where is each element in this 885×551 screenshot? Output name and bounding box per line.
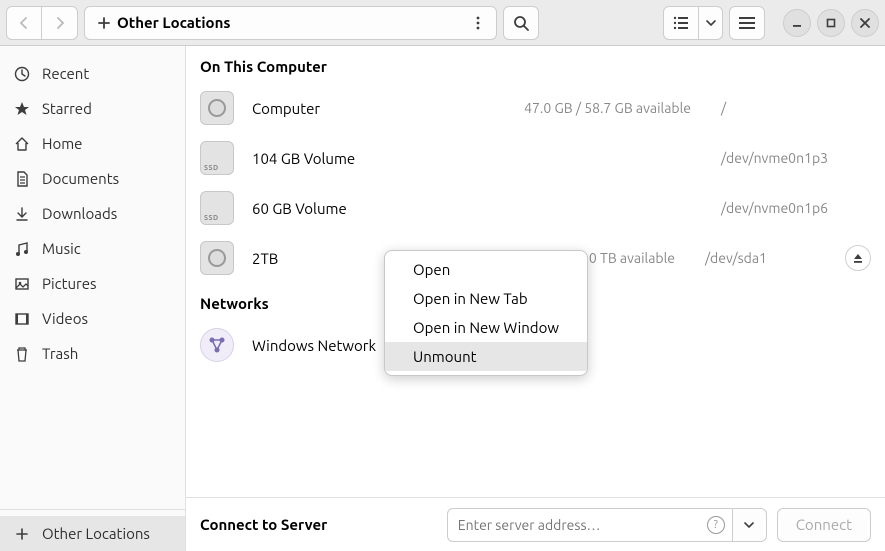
sidebar-item-trash[interactable]: Trash <box>0 336 185 371</box>
sidebar-item-label: Documents <box>42 170 119 187</box>
drive-name: 104 GB Volume <box>252 150 372 167</box>
menu-item-open-window[interactable]: Open in New Window <box>385 313 587 342</box>
pathbar-label: Other Locations <box>117 14 230 31</box>
sidebar-item-label: Downloads <box>42 205 117 222</box>
eject-icon <box>852 252 864 264</box>
sidebar-item-downloads[interactable]: Downloads <box>0 196 185 231</box>
minimize-icon <box>792 18 802 28</box>
drive-name: 2TB <box>252 250 372 267</box>
music-icon <box>14 241 30 257</box>
sidebar-item-starred[interactable]: Starred <box>0 91 185 126</box>
sidebar: Recent Starred Home Documents Downloads … <box>0 46 186 551</box>
documents-icon <box>14 171 30 187</box>
connect-label: Connect to Server <box>200 516 437 533</box>
eject-button[interactable] <box>845 245 871 271</box>
chevron-down-icon <box>744 522 754 528</box>
nav-forward-button[interactable] <box>42 6 78 40</box>
sidebar-item-music[interactable]: Music <box>0 231 185 266</box>
menu-item-open-tab[interactable]: Open in New Tab <box>385 284 587 313</box>
close-button[interactable] <box>851 9 879 37</box>
drive-mount: / <box>721 100 871 116</box>
chevron-left-icon <box>18 17 30 29</box>
pictures-icon <box>14 276 30 292</box>
drive-mount: /dev/nvme0n1p3 <box>721 150 871 166</box>
server-input-wrap: ? <box>447 508 767 542</box>
drive-row-computer[interactable]: Computer 47.0 GB / 58.7 GB available / <box>186 83 885 133</box>
downloads-icon <box>14 206 30 222</box>
sidebar-item-label: Other Locations <box>42 525 150 542</box>
view-dropdown-button[interactable] <box>699 6 723 40</box>
menu-item-open[interactable]: Open <box>385 255 587 284</box>
hdd-icon <box>200 91 234 125</box>
sidebar-item-label: Home <box>42 135 82 152</box>
spacer <box>0 371 185 503</box>
help-button[interactable]: ? <box>707 516 725 534</box>
plus-icon <box>14 526 30 542</box>
connect-button[interactable]: Connect <box>777 508 871 542</box>
context-menu: Open Open in New Tab Open in New Window … <box>384 250 588 376</box>
chevron-right-icon <box>54 17 66 29</box>
server-history-dropdown[interactable] <box>733 508 767 542</box>
connect-footer: Connect to Server ? Connect <box>186 497 885 551</box>
hamburger-menu-button[interactable] <box>729 6 765 40</box>
sidebar-item-home[interactable]: Home <box>0 126 185 161</box>
ssd-icon <box>200 141 234 175</box>
videos-icon <box>14 311 30 327</box>
minimize-button[interactable] <box>783 9 811 37</box>
drive-mount: /dev/nvme0n1p6 <box>721 200 871 216</box>
search-button[interactable] <box>503 6 539 40</box>
kebab-icon <box>476 16 480 30</box>
maximize-button[interactable] <box>817 9 845 37</box>
pathbar-location[interactable]: Other Locations <box>89 10 238 35</box>
separator <box>0 509 185 510</box>
drive-name: Computer <box>252 100 372 117</box>
network-icon <box>200 328 234 362</box>
chevron-down-icon <box>706 20 716 26</box>
nav-back-button[interactable] <box>6 6 42 40</box>
menu-item-unmount[interactable]: Unmount <box>385 342 587 371</box>
list-view-button[interactable] <box>663 6 699 40</box>
pathbar-menu-button[interactable] <box>464 6 492 40</box>
drive-name: 60 GB Volume <box>252 200 372 217</box>
drive-info: 47.0 GB / 58.7 GB available <box>524 100 703 116</box>
sidebar-item-other-locations[interactable]: Other Locations <box>0 516 185 551</box>
drive-mount: /dev/sda1 <box>705 250 827 266</box>
server-address-input[interactable] <box>447 508 733 542</box>
maximize-icon <box>826 18 836 28</box>
sidebar-item-label: Trash <box>42 345 78 362</box>
drive-row-volume-60[interactable]: 60 GB Volume /dev/nvme0n1p6 <box>186 183 885 233</box>
star-icon <box>14 101 30 117</box>
search-icon <box>513 15 529 31</box>
sidebar-item-pictures[interactable]: Pictures <box>0 266 185 301</box>
pathbar: Other Locations <box>84 6 497 40</box>
sidebar-item-recent[interactable]: Recent <box>0 56 185 91</box>
sidebar-item-label: Videos <box>42 310 88 327</box>
sidebar-item-label: Music <box>42 240 81 257</box>
section-header-computer: On This Computer <box>186 46 885 83</box>
main: Recent Starred Home Documents Downloads … <box>0 46 885 551</box>
home-icon <box>14 136 30 152</box>
sidebar-item-videos[interactable]: Videos <box>0 301 185 336</box>
view-button-group <box>663 6 723 40</box>
hamburger-icon <box>739 17 755 29</box>
drive-row-volume-104[interactable]: 104 GB Volume /dev/nvme0n1p3 <box>186 133 885 183</box>
nav-button-group <box>6 6 78 40</box>
ssd-icon <box>200 191 234 225</box>
trash-icon <box>14 346 30 362</box>
input-container: ? <box>447 508 733 542</box>
content-area: On This Computer Computer 47.0 GB / 58.7… <box>186 46 885 551</box>
close-icon <box>860 18 870 28</box>
sidebar-item-documents[interactable]: Documents <box>0 161 185 196</box>
clock-icon <box>14 66 30 82</box>
hdd-icon <box>200 241 234 275</box>
sidebar-item-label: Starred <box>42 100 92 117</box>
headerbar: Other Locations <box>0 0 885 46</box>
plus-icon <box>97 16 111 30</box>
list-view-icon <box>673 16 689 30</box>
sidebar-item-label: Pictures <box>42 275 97 292</box>
sidebar-item-label: Recent <box>42 65 89 82</box>
